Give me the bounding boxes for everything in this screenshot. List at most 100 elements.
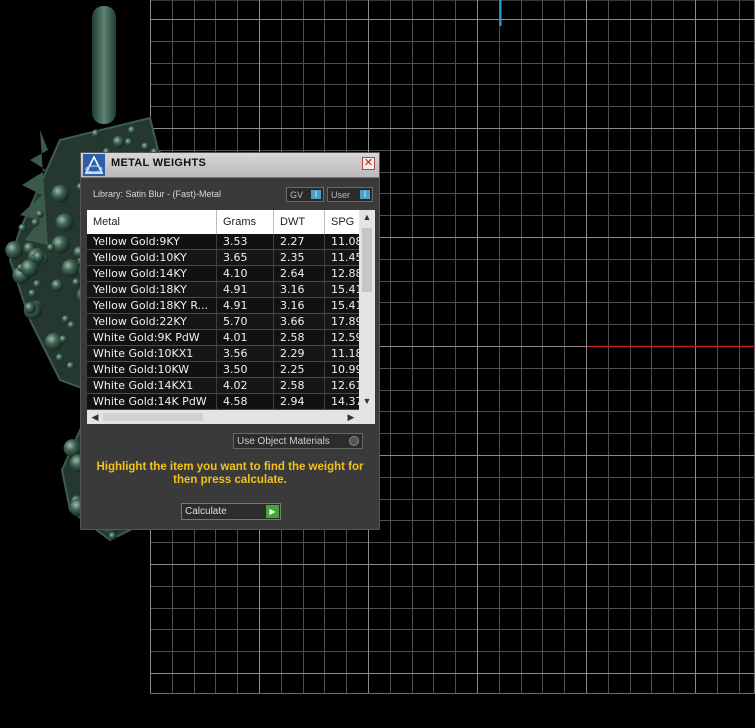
vertical-scrollbar[interactable]: ▲ ▼ (359, 210, 375, 410)
cell-grams: 3.56 (217, 346, 274, 361)
cell-metal: Yellow Gold:10KY (87, 250, 217, 265)
column-header-metal[interactable]: Metal (87, 210, 217, 234)
table-row[interactable]: White Gold:10KX13.562.2911.18 (87, 346, 359, 362)
bead-shape (24, 301, 37, 314)
bead-shape (18, 223, 27, 232)
bead-shape (112, 135, 125, 148)
cell-grams: 4.10 (217, 266, 274, 281)
gv-indicator-icon: I (311, 190, 321, 199)
cell-grams: 4.91 (217, 282, 274, 297)
cell-grams: 4.58 (217, 394, 274, 409)
horizontal-scrollbar[interactable]: ◀ ▶ (87, 410, 375, 424)
cell-grams: 3.50 (217, 362, 274, 377)
panel-title: METAL WEIGHTS (111, 157, 207, 169)
gv-toggle[interactable]: GV I (286, 187, 324, 202)
use-object-materials-label: Use Object Materials (237, 436, 330, 447)
bead-shape (51, 184, 70, 203)
bead-shape (5, 241, 24, 260)
cell-dwt: 2.94 (274, 394, 325, 409)
table-row[interactable]: Yellow Gold:9KY3.532.2711.08 (87, 234, 359, 250)
cell-dwt: 2.58 (274, 330, 325, 345)
table-row[interactable]: Yellow Gold:10KY3.652.3511.45 (87, 250, 359, 266)
table-row[interactable]: White Gold:10KW3.502.2510.99 (87, 362, 359, 378)
bead-shape (32, 250, 45, 263)
cell-spg: 10.99 (325, 362, 359, 377)
table-row[interactable]: Yellow Gold:22KY5.703.6617.89 (87, 314, 359, 330)
bead-shape (51, 235, 70, 254)
cell-dwt: 2.29 (274, 346, 325, 361)
cell-metal: White Gold:10KW (87, 362, 217, 377)
scroll-right-icon[interactable]: ▶ (343, 412, 359, 423)
bead-shape (28, 289, 37, 298)
bead-shape (55, 213, 74, 232)
column-header-grams[interactable]: Grams (217, 210, 274, 234)
calculate-label: Calculate (185, 506, 227, 517)
cell-dwt: 2.58 (274, 378, 325, 393)
cell-spg: 11.45 (325, 250, 359, 265)
cell-spg: 17.89 (325, 314, 359, 329)
play-arrow-icon: ▶ (266, 505, 279, 518)
cell-metal: Yellow Gold:18KY R... (87, 298, 217, 313)
table-row[interactable]: Yellow Gold:14KY4.102.6412.88 (87, 266, 359, 282)
cell-dwt: 2.25 (274, 362, 325, 377)
cell-metal: Yellow Gold:14KY (87, 266, 217, 281)
bead-shape (55, 353, 64, 362)
close-button[interactable]: ✕ (362, 157, 375, 170)
bead-shape (66, 361, 75, 370)
table-row[interactable]: White Gold:14KX14.022.5812.61 (87, 378, 359, 394)
table-row[interactable]: Yellow Gold:18KY4.913.1615.41 (87, 282, 359, 298)
cell-spg: 12.88 (325, 266, 359, 281)
column-header-dwt[interactable]: DWT (274, 210, 325, 234)
cell-dwt: 2.27 (274, 234, 325, 249)
cell-grams: 5.70 (217, 314, 274, 329)
toggle-circle-icon (349, 436, 359, 446)
bead-shape (51, 279, 64, 292)
cell-metal: White Gold:9K PdW (87, 330, 217, 345)
table-row[interactable]: Yellow Gold:18KY R...4.913.1615.41 (87, 298, 359, 314)
cell-spg: 12.61 (325, 378, 359, 393)
cell-spg: 15.41 (325, 282, 359, 297)
instruction-text: Highlight the item you want to find the … (96, 461, 364, 486)
cell-metal: Yellow Gold:9KY (87, 234, 217, 249)
cell-dwt: 2.64 (274, 266, 325, 281)
bead-shape (124, 138, 133, 147)
cell-metal: White Gold:14K PdW (87, 394, 217, 409)
use-object-materials-toggle[interactable]: Use Object Materials (233, 433, 363, 449)
bead-shape (127, 126, 136, 135)
cell-metal: Yellow Gold:22KY (87, 314, 217, 329)
bead-shape (67, 321, 76, 330)
library-label: Library: Satin Blur - (Fast)-Metal (93, 189, 222, 199)
panel-titlebar[interactable]: METAL WEIGHTS ✕ (81, 153, 379, 178)
bead-shape (108, 532, 117, 541)
metal-weights-panel: METAL WEIGHTS ✕ Library: Satin Blur - (F… (80, 152, 380, 530)
scroll-up-icon[interactable]: ▲ (359, 212, 375, 222)
cell-dwt: 3.66 (274, 314, 325, 329)
cell-dwt: 3.16 (274, 298, 325, 313)
scroll-down-icon[interactable]: ▼ (359, 396, 375, 406)
scroll-left-icon[interactable]: ◀ (87, 412, 103, 423)
bead-shape (61, 259, 80, 278)
cell-metal: White Gold:10KX1 (87, 346, 217, 361)
bead-shape (31, 218, 40, 227)
table-row[interactable]: White Gold:14K PdW4.582.9414.37 (87, 394, 359, 410)
horizontal-scroll-thumb[interactable] (103, 413, 203, 421)
metal-table[interactable]: Metal Grams DWT SPG Yellow Gold:9KY 3.53 2… (87, 210, 375, 424)
user-toggle[interactable]: User I (327, 187, 373, 202)
cell-spg: 12.59 (325, 330, 359, 345)
vertical-scroll-thumb[interactable] (362, 228, 372, 292)
user-label: User (331, 190, 351, 200)
bead-shape (91, 129, 100, 138)
cell-spg: 11.08 (325, 234, 359, 249)
bead-shape (46, 243, 55, 252)
table-row[interactable]: White Gold:9K PdW4.012.5812.59 (87, 330, 359, 346)
bead-shape (35, 210, 44, 219)
bead-shape (61, 315, 70, 324)
table-body: Yellow Gold:9KY3.532.2711.08Yellow Gold:… (87, 234, 359, 410)
user-indicator-icon: I (360, 190, 370, 199)
cell-dwt: 3.16 (274, 282, 325, 297)
cell-spg: 11.18 (325, 346, 359, 361)
bead-shape (141, 142, 150, 151)
app-logo-icon (83, 154, 105, 176)
calculate-button[interactable]: Calculate ▶ (181, 503, 281, 520)
cell-grams: 4.02 (217, 378, 274, 393)
